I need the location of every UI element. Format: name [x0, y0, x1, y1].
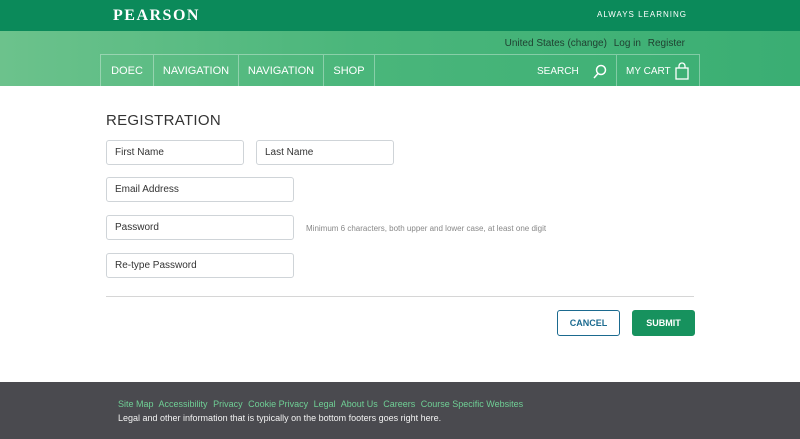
search-icon[interactable]	[593, 64, 607, 83]
utility-links: United States (change) Log in Register	[504, 38, 685, 49]
region-label: United States	[504, 38, 565, 49]
pearson-logo[interactable]: PEARSON	[113, 7, 200, 25]
cart-label: MY CART	[626, 66, 671, 77]
footer-link-accessibility[interactable]: Accessibility	[159, 399, 208, 409]
last-name-field[interactable]	[256, 140, 394, 165]
footer-link-legal[interactable]: Legal	[314, 399, 336, 409]
footer-link-careers[interactable]: Careers	[383, 399, 415, 409]
first-name-input[interactable]	[115, 141, 235, 164]
password-field[interactable]	[106, 215, 294, 240]
nav-item-navigation-2[interactable]: NAVIGATION	[238, 55, 323, 87]
tagline: ALWAYS LEARNING	[597, 10, 687, 19]
main-nav: DOEC NAVIGATION NAVIGATION SHOP SEARCH M…	[100, 54, 700, 87]
change-region-link[interactable]: change	[571, 38, 604, 49]
email-field[interactable]	[106, 177, 294, 202]
login-link[interactable]: Log in	[614, 38, 641, 49]
nav-item-doec[interactable]: DOEC	[100, 55, 153, 87]
cart-nav[interactable]: MY CART	[616, 55, 700, 87]
retype-password-field[interactable]	[106, 253, 294, 278]
shopping-bag-icon[interactable]	[675, 62, 689, 83]
footer-link-about-us[interactable]: About Us	[341, 399, 378, 409]
footer-links: Site Map Accessibility Privacy Cookie Pr…	[118, 399, 526, 409]
search-nav[interactable]: SEARCH	[536, 55, 612, 87]
register-link[interactable]: Register	[648, 38, 685, 49]
nav-item-navigation-1[interactable]: NAVIGATION	[153, 55, 238, 87]
brand-bar: PEARSON ALWAYS LEARNING	[0, 0, 800, 31]
last-name-input[interactable]	[265, 141, 385, 164]
submit-button[interactable]: SUBMIT	[632, 310, 695, 336]
first-name-field[interactable]	[106, 140, 244, 165]
footer: Site Map Accessibility Privacy Cookie Pr…	[0, 382, 800, 439]
footer-legal-text: Legal and other information that is typi…	[118, 413, 442, 423]
form-divider	[106, 296, 694, 297]
email-input[interactable]	[115, 178, 285, 201]
footer-link-site-map[interactable]: Site Map	[118, 399, 154, 409]
page-title: REGISTRATION	[106, 112, 221, 129]
footer-link-course-specific-websites[interactable]: Course Specific Websites	[421, 399, 523, 409]
password-hint: Minimum 6 characters, both upper and low…	[306, 224, 547, 233]
cancel-button[interactable]: CANCEL	[557, 310, 620, 336]
retype-password-input[interactable]	[115, 254, 285, 277]
footer-link-cookie-privacy[interactable]: Cookie Privacy	[248, 399, 308, 409]
footer-link-privacy[interactable]: Privacy	[213, 399, 243, 409]
search-label: SEARCH	[537, 66, 579, 77]
password-input[interactable]	[115, 216, 285, 239]
nav-item-shop[interactable]: SHOP	[323, 55, 375, 87]
